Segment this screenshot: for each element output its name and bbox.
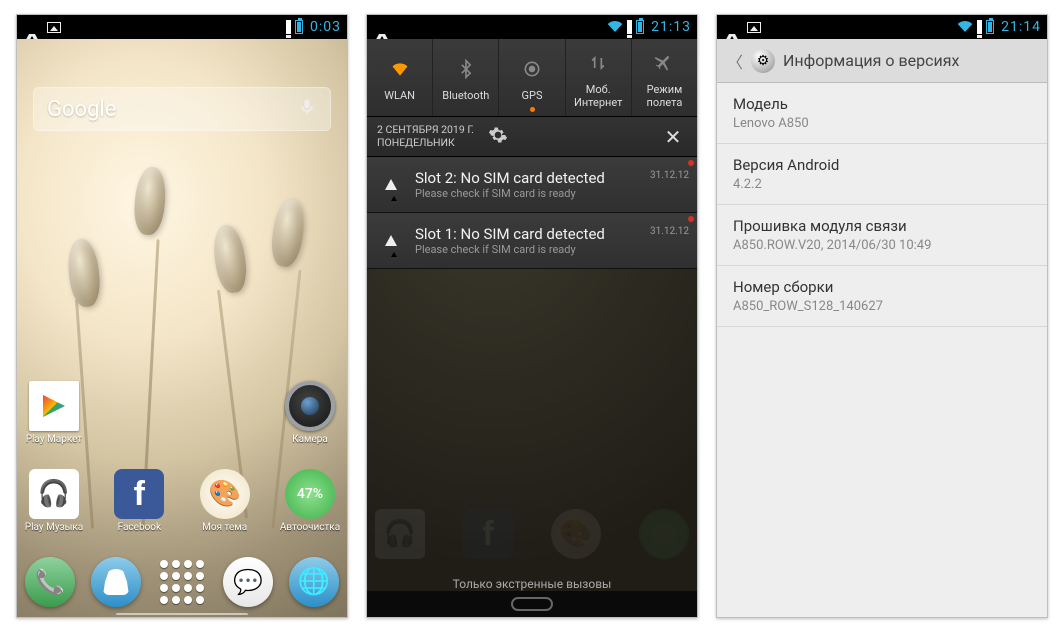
back-icon[interactable]: 〈 — [727, 49, 743, 73]
search-placeholder: Google — [47, 97, 116, 122]
battery-icon — [295, 20, 303, 34]
notification-item[interactable]: Slot 2: No SIM card detected Please chec… — [367, 157, 697, 213]
toggle-mobile-data[interactable]: Моб. Интернет — [566, 39, 632, 116]
music-icon — [29, 469, 79, 519]
wallpaper: Google Play Маркет Камера Play Музыка f — [17, 39, 347, 617]
wifi-icon — [957, 18, 973, 36]
gps-icon — [515, 52, 549, 86]
bluetooth-icon — [449, 52, 483, 86]
messages-app-icon[interactable] — [223, 557, 273, 607]
unread-dot — [688, 216, 694, 222]
airplane-icon — [647, 46, 681, 80]
clock: 21:14 — [1001, 19, 1041, 35]
facebook-icon: f — [114, 469, 164, 519]
app-play-music[interactable]: Play Музыка — [25, 469, 83, 533]
toggle-wlan[interactable]: WLAN — [367, 39, 433, 116]
toggle-bluetooth[interactable]: Bluetooth — [433, 39, 499, 116]
app-row-2: Play Музыка f Facebook Моя тема 47% Авто… — [25, 469, 339, 533]
row-model[interactable]: Модель Lenovo A850 — [717, 83, 1047, 144]
play-store-icon — [29, 381, 79, 431]
battery-icon — [986, 20, 994, 34]
dock — [25, 557, 339, 607]
image-icon — [747, 22, 761, 33]
clock: 21:13 — [651, 19, 691, 35]
date-text: 2 СЕНТЯБРЯ 2019 Г. ПОНЕДЕЛЬНИК — [377, 124, 474, 148]
home-button[interactable] — [511, 597, 553, 611]
warning-icon — [23, 20, 41, 34]
app-my-theme[interactable]: Моя тема — [196, 469, 254, 533]
browser-app-icon[interactable] — [289, 557, 339, 607]
row-baseband[interactable]: Прошивка модуля связи A850.ROW.V20, 2014… — [717, 205, 1047, 266]
warning-icon — [385, 235, 397, 246]
status-bar: 0:03 — [17, 15, 347, 39]
toggle-airplane[interactable]: Режим полета — [632, 39, 697, 116]
toggle-gps[interactable]: GPS — [499, 39, 565, 116]
home-indicator — [116, 613, 248, 617]
contacts-app-icon[interactable] — [91, 557, 141, 607]
about-icon: ⚙ — [751, 49, 775, 73]
status-bar: 21:14 — [717, 15, 1047, 39]
warning-icon — [723, 20, 741, 34]
unread-dot — [688, 160, 694, 166]
clear-all-button[interactable]: ✕ — [659, 123, 687, 151]
google-search-bar[interactable]: Google — [33, 87, 331, 131]
app-facebook[interactable]: f Facebook — [110, 469, 168, 533]
notification-item[interactable]: Slot 1: No SIM card detected Please chec… — [367, 213, 697, 269]
toggle-label: Моб. Интернет — [574, 84, 622, 108]
date-row: 2 СЕНТЯБРЯ 2019 Г. ПОНЕДЕЛЬНИК ✕ — [367, 117, 697, 157]
phone-app-icon[interactable] — [25, 557, 75, 607]
indicator-dot — [530, 107, 535, 112]
app-camera[interactable]: Камера — [281, 381, 339, 445]
mobile-data-icon — [581, 46, 615, 80]
phone-settings-about: 21:14 〈 ⚙ Информация о версиях Модель Le… — [716, 14, 1048, 618]
toggle-label: Режим полета — [646, 84, 682, 108]
wifi-icon — [607, 18, 623, 36]
phone-notification-shade: 21:13 WLAN Bluetooth GPS Моб. Интернет — [366, 14, 698, 618]
app-play-market[interactable]: Play Маркет — [25, 381, 83, 445]
row-build-number[interactable]: Номер сборки A850_ROW_S128_140627 — [717, 266, 1047, 327]
image-icon — [47, 22, 61, 33]
status-bar: 21:13 — [367, 15, 697, 39]
palette-icon — [200, 469, 250, 519]
row-android-version[interactable]: Версия Android 4.2.2 — [717, 144, 1047, 205]
warning-icon — [385, 179, 397, 190]
app-row-1: Play Маркет Камера — [25, 381, 339, 445]
camera-icon — [285, 381, 335, 431]
app-drawer-button[interactable] — [157, 557, 207, 607]
clean-icon: 47% — [285, 469, 335, 519]
quick-toggles: WLAN Bluetooth GPS Моб. Интернет Режим п… — [367, 39, 697, 117]
alert-icon — [286, 20, 291, 34]
nav-bar — [367, 591, 697, 617]
settings-header[interactable]: 〈 ⚙ Информация о версиях — [717, 39, 1047, 83]
page-title: Информация о версиях — [783, 51, 959, 70]
settings-button[interactable] — [488, 125, 508, 149]
alert-icon — [977, 20, 982, 34]
emergency-calls-text: Только экстренные вызовы — [367, 577, 697, 591]
clock: 0:03 — [310, 19, 341, 35]
alert-icon — [627, 20, 632, 34]
mic-icon[interactable] — [297, 97, 317, 121]
battery-icon — [636, 20, 644, 34]
wifi-icon — [383, 52, 417, 86]
warning-icon — [373, 20, 391, 34]
app-autoclean[interactable]: 47% Автоочистка — [281, 469, 339, 533]
phone-home-screen: 0:03 Google Play Маркет Камера — [16, 14, 348, 618]
